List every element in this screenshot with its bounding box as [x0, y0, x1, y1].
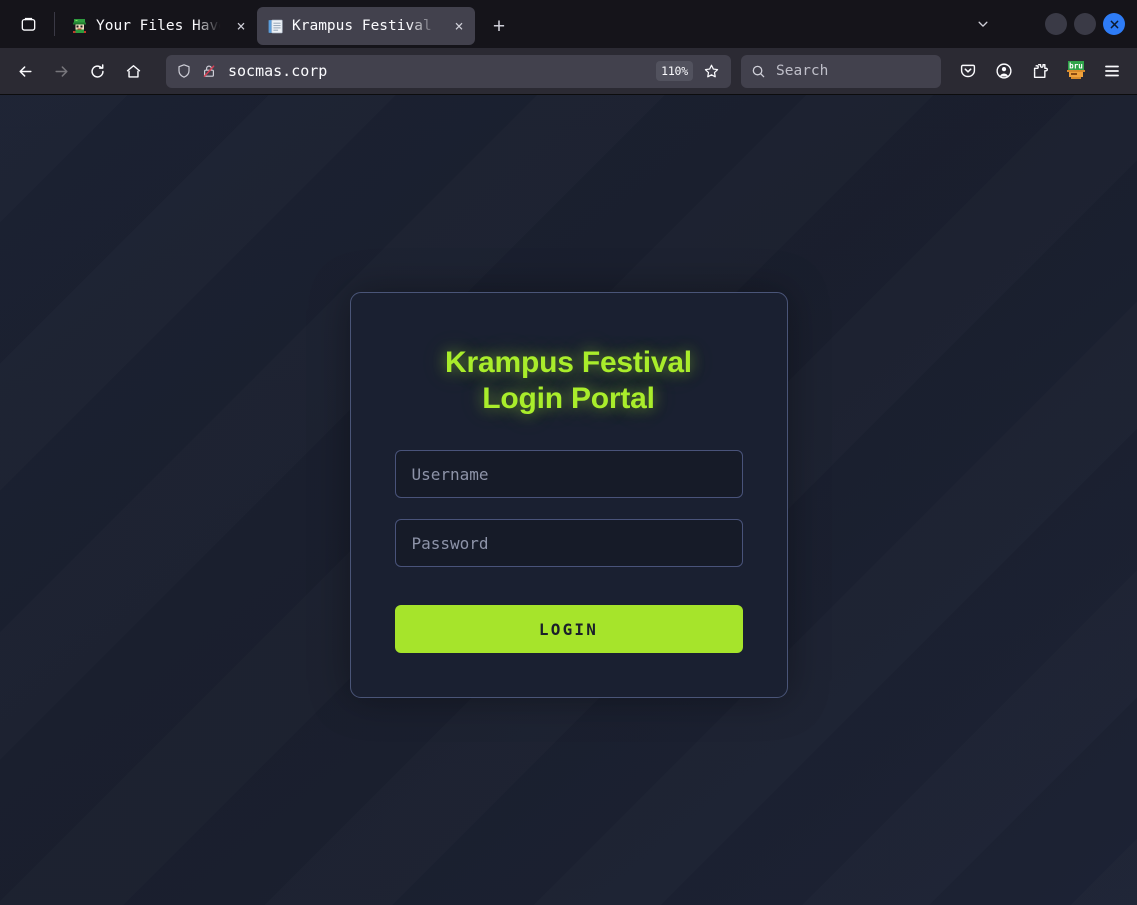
document-favicon-art: [267, 18, 284, 35]
pocket-button[interactable]: [951, 55, 985, 87]
tab-title: Krampus Festival Lo: [292, 18, 441, 34]
tab-krampus-festival-login[interactable]: Krampus Festival Lo ×: [257, 7, 475, 45]
tabstrip-left-group: [0, 0, 61, 48]
close-icon: [1109, 19, 1120, 30]
login-button[interactable]: LOGIN: [395, 605, 743, 653]
bru-extension-button[interactable]: bru: [1059, 55, 1093, 87]
tab-strip: Your Files Have Bee × Krampus Festival L…: [0, 0, 1137, 48]
back-arrow-icon: [17, 63, 34, 80]
toolbar-right-group: bru: [943, 55, 1129, 87]
document-icon: [267, 18, 284, 35]
bru-extension-icon: bru: [1065, 61, 1087, 81]
svg-text:bru: bru: [1069, 61, 1083, 70]
page-title: Krampus Festival Login Portal: [395, 345, 743, 418]
tab-close-button[interactable]: ×: [449, 16, 469, 36]
bru-extension-icon-art: bru: [1065, 61, 1087, 81]
url-bar[interactable]: socmas.corp 110%: [166, 55, 731, 88]
reload-button[interactable]: [80, 55, 114, 87]
browser-window: Your Files Have Bee × Krampus Festival L…: [0, 0, 1137, 905]
shield-icon-art: [176, 63, 192, 79]
bookmark-star-button[interactable]: [697, 57, 725, 85]
username-input[interactable]: [395, 450, 743, 498]
window-controls-group: [966, 0, 1129, 48]
account-button[interactable]: [987, 55, 1021, 87]
close-button[interactable]: [1103, 13, 1125, 35]
minimize-button[interactable]: [1045, 13, 1067, 35]
search-input-placeholder: Search: [776, 63, 828, 79]
tab-your-files-have-been[interactable]: Your Files Have Bee ×: [61, 7, 257, 45]
krampus-elf-icon: [71, 18, 88, 35]
hamburger-menu-icon: [1103, 62, 1121, 80]
search-bar[interactable]: Search: [741, 55, 941, 88]
home-icon: [125, 63, 142, 80]
search-icon: [751, 64, 766, 79]
insecure-connection-lock-icon[interactable]: [201, 63, 217, 79]
list-all-tabs-button[interactable]: [966, 8, 1000, 40]
reload-icon: [89, 63, 106, 80]
new-tab-button[interactable]: +: [483, 10, 515, 42]
url-text: socmas.corp: [228, 62, 656, 80]
password-input[interactable]: [395, 519, 743, 567]
forward-button[interactable]: [44, 55, 78, 87]
zoom-level-badge[interactable]: 110%: [656, 61, 693, 81]
chevron-down-icon: [976, 17, 990, 31]
lock-slashed-icon-art: [201, 63, 217, 79]
app-menu-button[interactable]: [1095, 55, 1129, 87]
pocket-icon: [959, 62, 977, 80]
home-button[interactable]: [116, 55, 150, 87]
maximize-button[interactable]: [1074, 13, 1096, 35]
forward-arrow-icon: [53, 63, 70, 80]
star-icon: [703, 63, 720, 80]
firefox-view-icon: [20, 16, 37, 33]
account-circle-icon: [995, 62, 1013, 80]
firefox-view-button[interactable]: [10, 8, 46, 40]
extensions-button[interactable]: [1023, 55, 1057, 87]
extensions-puzzle-icon: [1031, 62, 1049, 80]
tab-title: Your Files Have Bee: [96, 18, 223, 34]
back-button[interactable]: [8, 55, 42, 87]
tab-close-button[interactable]: ×: [231, 16, 251, 36]
navigation-toolbar: socmas.corp 110% Search: [0, 48, 1137, 95]
tracking-protection-shield-icon[interactable]: [176, 63, 192, 79]
page-content: Krampus Festival Login Portal LOGIN: [0, 95, 1137, 905]
tabstrip-divider: [54, 12, 55, 36]
login-card: Krampus Festival Login Portal LOGIN: [350, 292, 788, 699]
tab-list: Your Files Have Bee × Krampus Festival L…: [61, 0, 966, 48]
krampus-elf-favicon-art: [71, 18, 88, 35]
